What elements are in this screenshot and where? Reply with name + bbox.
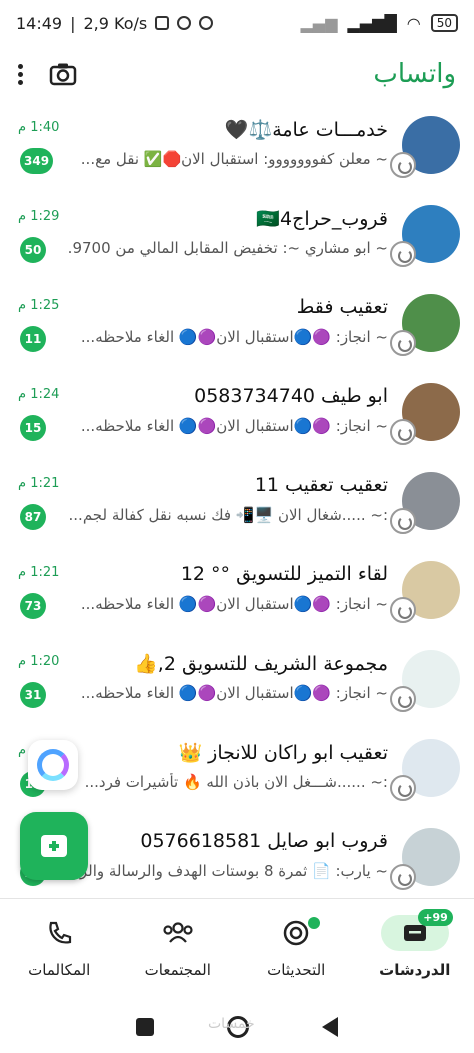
unread-badge: 349 xyxy=(20,148,54,174)
network-speed: 2,9 Ko/s xyxy=(83,13,148,33)
chat-name: تعقيب فقط xyxy=(296,296,388,318)
chat-preview: :~ ......شـــغل الان باذن الله 🔥 تأشيرات… xyxy=(84,773,388,791)
status-ring-icon[interactable] xyxy=(390,686,416,712)
unread-badge: 73 xyxy=(20,593,46,619)
tab-communities[interactable]: المجتمعات xyxy=(123,915,233,979)
updates-icon xyxy=(284,920,309,946)
unread-badge: 11 xyxy=(20,326,46,352)
chat-time: 1:40 م xyxy=(18,120,60,135)
chat-preview: :~ .....شغال الان 🖥️📲 فك نسبه نقل كفالة … xyxy=(68,506,388,524)
status-ring-icon[interactable] xyxy=(390,241,416,267)
tab-communities-label: المجتمعات xyxy=(144,961,211,979)
tab-chats[interactable]: 99+ الدردشات xyxy=(360,909,470,979)
wifi-icon: ◠ xyxy=(406,13,421,33)
back-button[interactable] xyxy=(321,1016,338,1037)
chat-preview: ~ انجاز: 🟣🔵استقبال الان🟣🔵 الغاء ملاحظه..… xyxy=(80,417,388,435)
chat-row[interactable]: قروب_حراج🇸🇦4 ~ ابو مشاري ~: تخفيض المقاب… xyxy=(0,193,474,282)
new-chat-button[interactable] xyxy=(20,812,88,880)
chat-time: 1:25 م xyxy=(18,298,60,313)
chat-name: ابو طيف 0583734740 xyxy=(194,385,388,407)
chat-name: تعقيب ابو راكان للانجاز 👑 xyxy=(178,742,388,764)
communities-icon xyxy=(163,922,193,943)
chat-preview: ~ انجاز: 🟣🔵استقبال الان🟣🔵 الغاء ملاحظه..… xyxy=(80,595,388,613)
floating-app-bubble[interactable] xyxy=(28,740,78,790)
chat-name: لقاء التميز للتسويق °° 12 xyxy=(180,563,388,585)
clock: 14:49 xyxy=(16,13,63,33)
unread-badge: 87 xyxy=(20,504,46,530)
tab-calls-label: المكالمات xyxy=(28,961,91,979)
status-ring-icon[interactable] xyxy=(390,775,416,801)
upload-icon xyxy=(155,16,170,30)
chat-preview: ~ معلن كفووووووو: استقبال الان🛑✅ نقل مع.… xyxy=(80,150,388,168)
signal-off-icon: ▂▄▆ xyxy=(300,13,338,33)
chat-row[interactable]: خدمـــات عامة⚖️🖤 ~ معلن كفووووووو: استقب… xyxy=(0,104,474,193)
chat-name: قروب_حراج🇸🇦4 xyxy=(256,208,388,230)
unread-badge: 50 xyxy=(20,237,46,263)
chats-count-badge: 99+ xyxy=(418,909,453,926)
chat-name: خدمـــات عامة⚖️🖤 xyxy=(224,119,388,141)
chat-name: قروب ابو صايل 0576618581 xyxy=(140,830,388,852)
chat-time: 1:21 م xyxy=(18,565,60,580)
status-bar: 14:49 | 2,9 Ko/s ▂▄▆ ▂▄▆█ ◠ 50 xyxy=(0,0,474,46)
chat-time: 1:24 م xyxy=(18,387,60,402)
battery-icon: 50 xyxy=(430,14,458,32)
signal-icon: ▂▄▆█ xyxy=(347,13,397,33)
chat-preview: ~ ابو مشاري ~: تخفيض المقابل المالي من 9… xyxy=(66,239,388,257)
unread-badge: 15 xyxy=(20,415,46,441)
new-chat-icon xyxy=(41,835,67,857)
chat-time: 1:20 م xyxy=(18,654,60,669)
status-ring-icon[interactable] xyxy=(390,597,416,623)
phone-icon xyxy=(49,921,72,944)
tab-updates-label: التحديثات xyxy=(267,961,326,979)
status-ring-icon[interactable] xyxy=(390,508,416,534)
status-ring-icon[interactable] xyxy=(390,419,416,445)
status-ring-icon[interactable] xyxy=(390,864,416,890)
app-title: واتساب xyxy=(373,59,456,89)
updates-dot-icon xyxy=(308,917,321,929)
status-ring-icon[interactable] xyxy=(390,330,416,356)
chat-row[interactable]: لقاء التميز للتسويق °° 12 ~ انجاز: 🟣🔵است… xyxy=(0,549,474,638)
chat-preview: ~ يارب: 📄 ثمرة 8 بوستات الهدف والرسالة و… xyxy=(66,862,388,880)
ring-icon xyxy=(37,749,69,781)
more-options-icon[interactable] xyxy=(18,63,23,85)
chat-time: 1:29 م xyxy=(18,209,60,224)
chat-time: م xyxy=(18,743,27,758)
unread-badge: 31 xyxy=(20,682,46,708)
chat-preview: ~ انجاز: 🟣🔵استقبال الان🟣🔵 الغاء ملاحظه..… xyxy=(80,684,388,702)
chat-row[interactable]: ابو طيف 0583734740 ~ انجاز: 🟣🔵استقبال ال… xyxy=(0,371,474,460)
chat-row[interactable]: مجموعة الشريف للتسويق 2,👍 ~ انجاز: 🟣🔵است… xyxy=(0,638,474,727)
sync-icon xyxy=(177,16,192,30)
camera-icon[interactable] xyxy=(49,62,77,86)
chat-name: مجموعة الشريف للتسويق 2,👍 xyxy=(134,653,388,675)
tab-updates[interactable]: التحديثات xyxy=(241,915,351,979)
chat-preview: ~ انجاز: 🟣🔵استقبال الان🟣🔵 الغاء ملاحظه..… xyxy=(80,328,388,346)
chat-time: 1:21 م xyxy=(18,476,60,491)
recents-button[interactable] xyxy=(136,1017,155,1036)
tab-calls[interactable]: المكالمات xyxy=(4,915,114,979)
chat-row[interactable]: تعقيب تعقيب 11 :~ .....شغال الان 🖥️📲 فك … xyxy=(0,460,474,549)
status-ring-icon[interactable] xyxy=(390,152,416,178)
app-header: واتساب xyxy=(0,46,474,102)
chat-name: تعقيب تعقيب 11 xyxy=(254,474,388,496)
bottom-navigation: 99+ الدردشات التحديثات المجتمعات المكالم… xyxy=(0,898,474,998)
pinterest-icon xyxy=(199,16,214,30)
chat-row[interactable]: تعقيب فقط ~ انجاز: 🟣🔵استقبال الان🟣🔵 الغا… xyxy=(0,282,474,371)
watermark: خمسات xyxy=(208,1016,255,1032)
tab-chats-label: الدردشات xyxy=(379,961,451,979)
